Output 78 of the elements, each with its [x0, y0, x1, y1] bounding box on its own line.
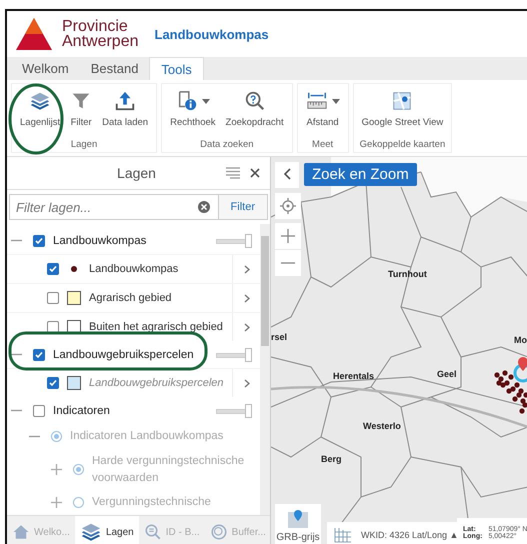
logo-icon — [16, 18, 52, 50]
clear-icon[interactable] — [198, 201, 210, 213]
ribbon-button[interactable]: Zoekopdracht — [222, 84, 288, 139]
checkbox[interactable] — [47, 377, 59, 389]
scrollbar[interactable] — [260, 224, 270, 515]
plus-icon — [281, 229, 295, 243]
layer-group-label: Landbouwgebruikspercelen — [53, 348, 195, 360]
layer-label: Landbouwgebruikspercelen — [89, 377, 224, 389]
organisation-name: Antwerpen — [62, 34, 138, 49]
locate-button[interactable] — [275, 193, 301, 219]
ribbon-button[interactable]: Google Street View — [358, 84, 448, 139]
place-label: Geel — [437, 369, 457, 379]
group-label: Data zoeken — [200, 139, 254, 152]
projection-label[interactable]: WKID: 4326 Lat/Long ▲ — [361, 530, 458, 540]
search-list-icon — [144, 523, 162, 541]
menu-tab[interactable]: Bestand — [80, 57, 150, 80]
zoom-out-button[interactable] — [275, 250, 301, 276]
back-button[interactable] — [275, 162, 299, 188]
chevron-icon — [283, 168, 291, 180]
checkbox[interactable] — [33, 404, 45, 416]
ribbon-button[interactable]: Afstand — [302, 84, 344, 139]
checkbox[interactable] — [33, 348, 45, 360]
ribbon-button[interactable]: Filter — [66, 84, 96, 139]
layer-label: Landbouwkompas — [89, 263, 180, 275]
group-label: Meet — [312, 139, 334, 152]
opacity-slider[interactable] — [216, 234, 252, 248]
menu-icon[interactable] — [226, 167, 240, 179]
checkbox[interactable] — [47, 321, 59, 333]
menu-tab[interactable]: Welkom — [11, 57, 80, 80]
buffer-icon — [210, 523, 228, 541]
place-label: Herentals — [333, 371, 374, 381]
ruler-icon — [306, 90, 328, 112]
panel-title: Lagen — [116, 165, 157, 181]
street-map-icon — [391, 90, 414, 112]
checkbox[interactable] — [33, 234, 45, 246]
basemap-button[interactable]: GRB-grijs — [275, 504, 321, 544]
layer-label: Vergunningstechnische — [92, 495, 212, 510]
zoom-in-button[interactable] — [275, 223, 301, 249]
opacity-slider[interactable] — [216, 348, 252, 362]
opacity-slider[interactable] — [216, 404, 252, 418]
filter-field[interactable]: Filter lagen... Filter — [9, 194, 268, 220]
search-icon — [244, 90, 266, 112]
menu-tab[interactable]: Tools — [149, 57, 204, 80]
filter-button[interactable]: Filter — [218, 195, 267, 219]
group-label: Lagen — [70, 139, 98, 152]
place-label: Westerlo — [363, 421, 401, 431]
chevron-icon — [244, 264, 250, 274]
place-label: Mo — [514, 335, 527, 345]
layers-icon — [29, 90, 52, 112]
panel-tab[interactable]: Lagen — [74, 516, 139, 544]
group-label: Gekoppelde kaarten — [360, 139, 446, 152]
chevron-icon — [244, 322, 250, 332]
checkbox[interactable] — [47, 263, 59, 275]
upload-icon — [114, 90, 136, 112]
layer-label: Agrarisch gebied — [89, 292, 173, 304]
home-icon — [12, 523, 30, 541]
layer-group-label: Indicatoren — [53, 404, 111, 416]
app-title: Landbouwkompas — [154, 26, 269, 42]
place-label: rsel — [271, 332, 288, 342]
checkbox[interactable] — [47, 292, 59, 304]
layer-group-label: Landbouwkompas — [53, 234, 148, 246]
layer-label: Buiten het agrarisch gebied — [89, 321, 224, 333]
search-zoom-button[interactable]: Zoek en Zoom — [304, 163, 417, 186]
layer-label: Harde vergunningstechnische voorwaarden — [92, 454, 246, 486]
organisation-name: Provincie — [62, 19, 129, 34]
layers-icon — [80, 521, 102, 543]
place-label: Turnhout — [388, 269, 427, 279]
caret-icon — [202, 98, 210, 104]
chevron-icon — [244, 294, 250, 302]
caret-icon — [332, 98, 340, 104]
grid-icon — [333, 526, 353, 544]
place-label: Berg — [321, 454, 342, 464]
ribbon-button[interactable]: Rechthoek — [166, 84, 220, 139]
ribbon-button[interactable]: Data laden — [98, 84, 152, 139]
close-icon[interactable] — [250, 168, 260, 178]
map-pin-icon — [287, 509, 309, 529]
layer-label: Indicatoren Landbouwkompas — [70, 429, 224, 444]
chevron-icon — [244, 378, 250, 388]
